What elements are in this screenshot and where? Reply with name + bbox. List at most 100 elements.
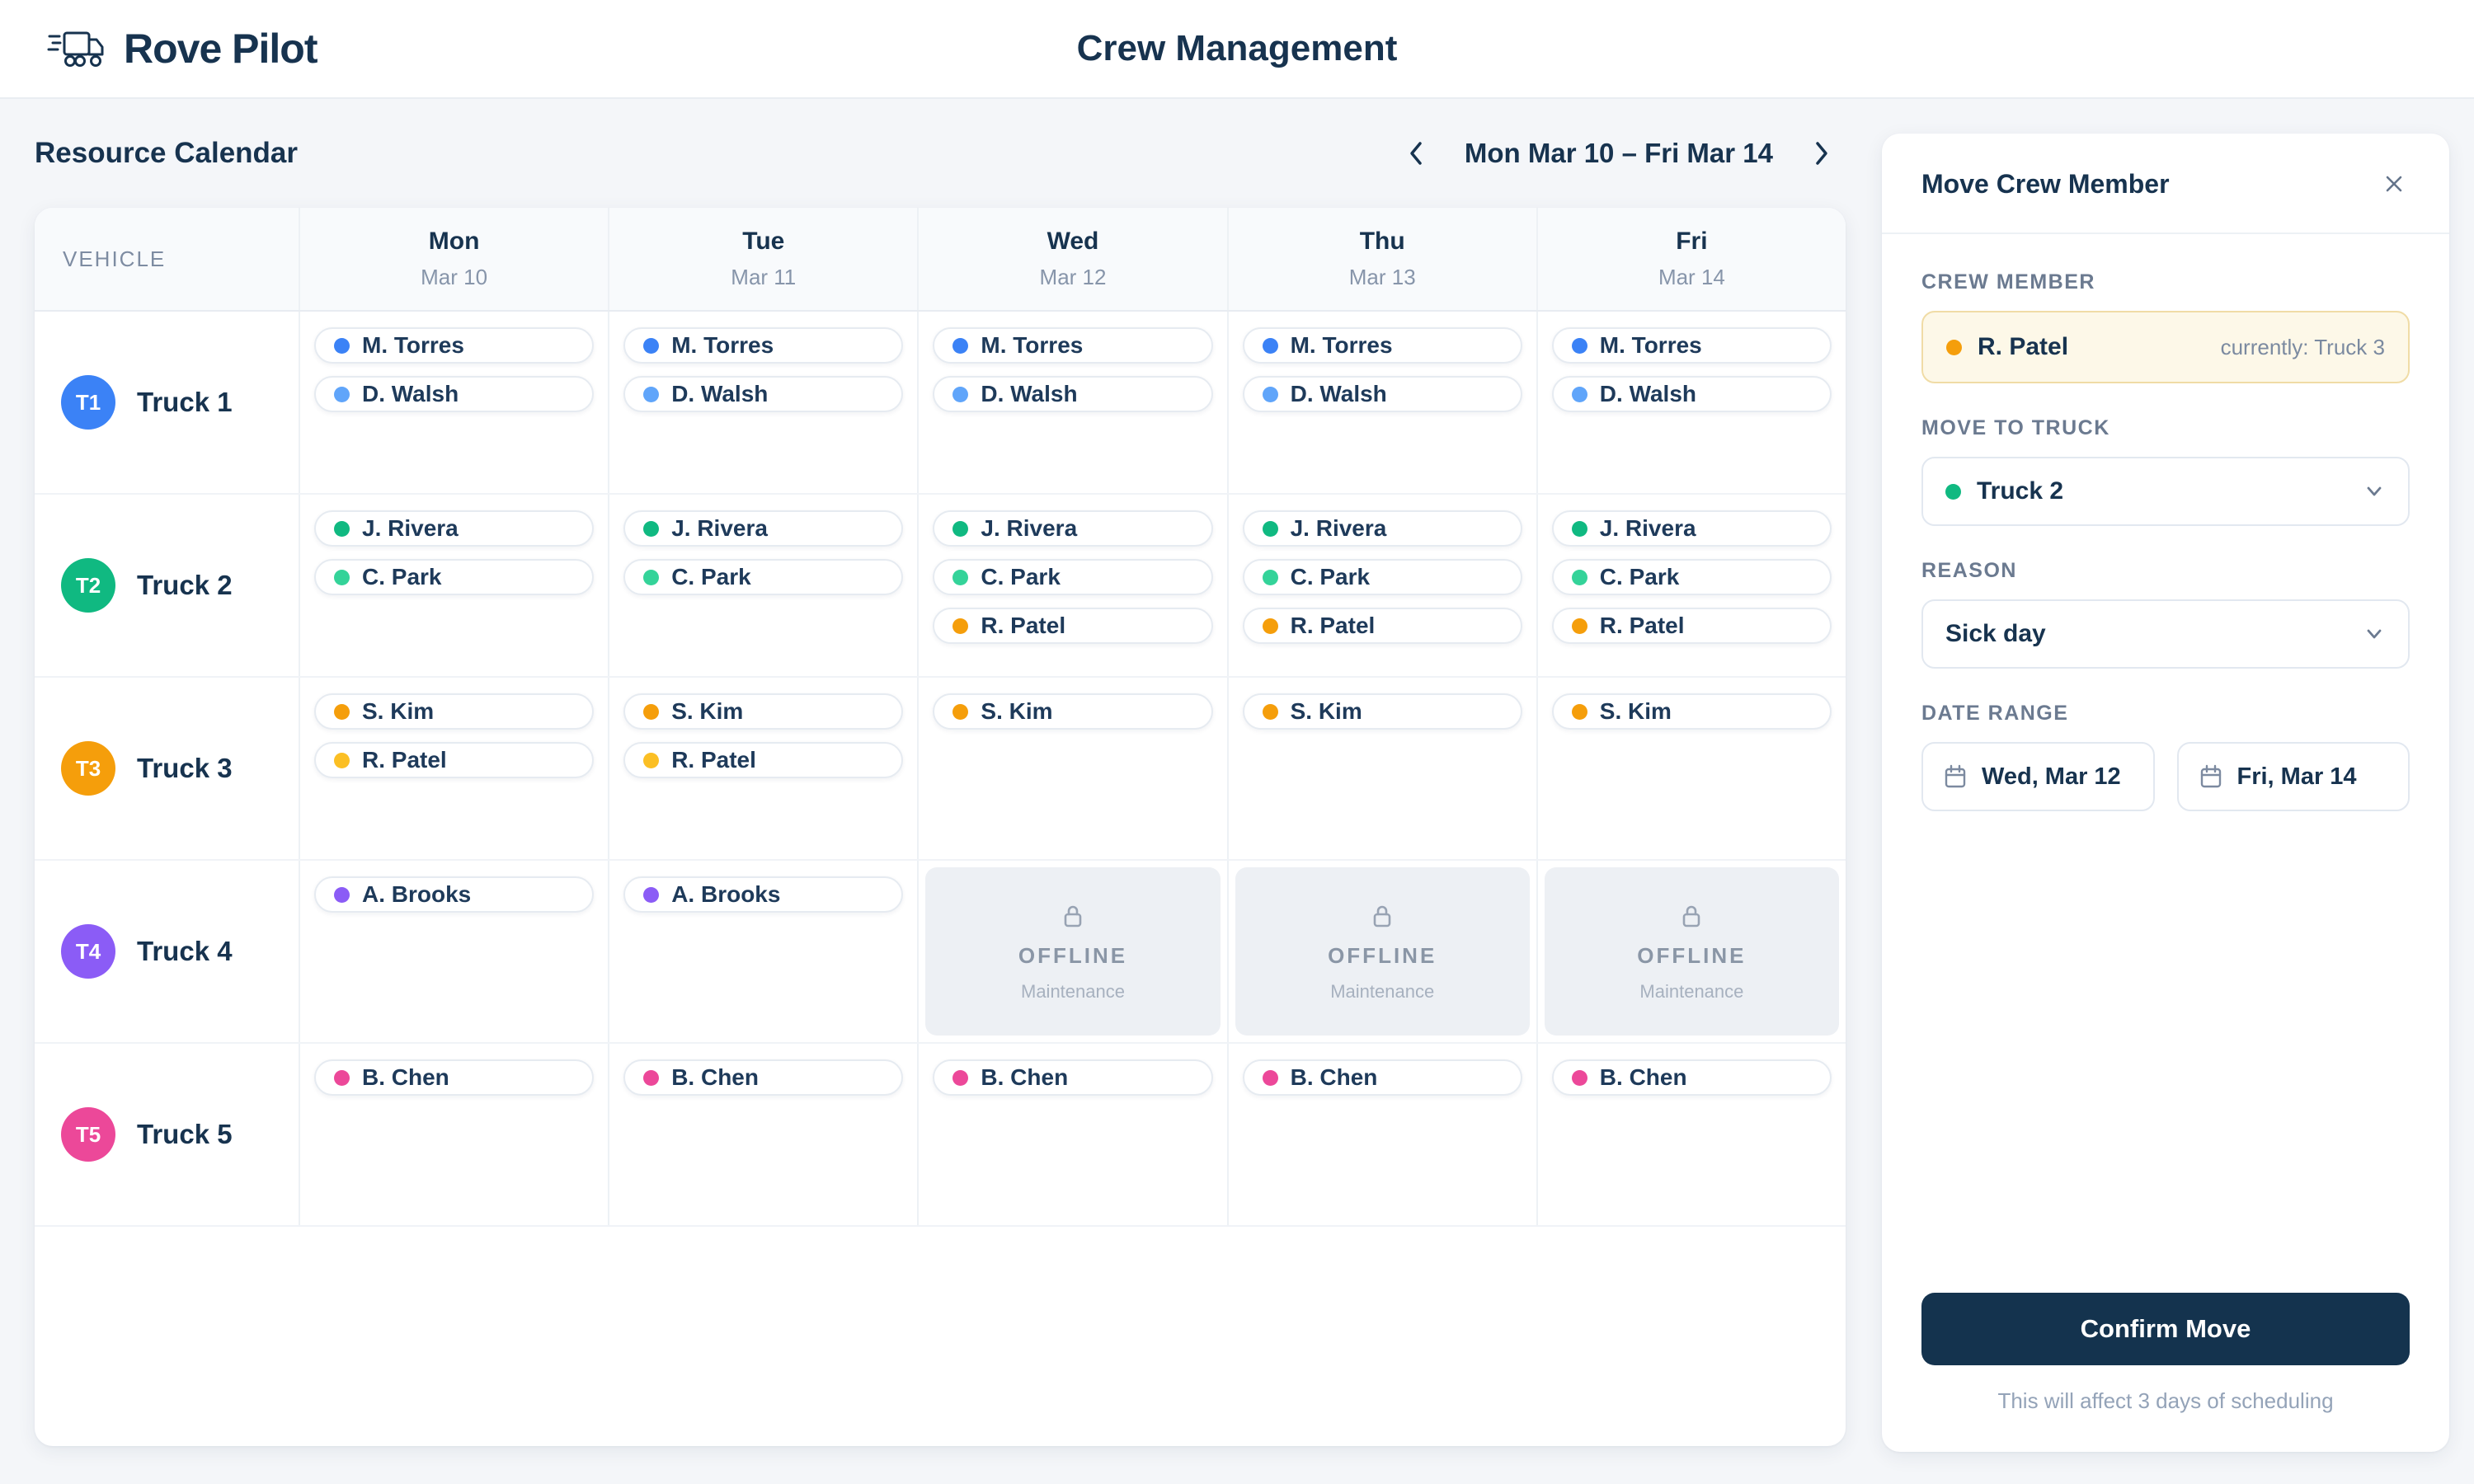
crew-chip[interactable]: R. Patel bbox=[933, 608, 1213, 644]
day-date-label: Mar 10 bbox=[421, 265, 488, 289]
crew-chip-label: C. Park bbox=[1290, 564, 1371, 589]
calendar-cell: OFFLINE Maintenance bbox=[1226, 861, 1536, 1042]
crew-dot bbox=[1262, 618, 1278, 634]
calendar-cell: B. Chen bbox=[917, 1044, 1226, 1225]
next-week-button[interactable] bbox=[1806, 134, 1837, 173]
top-bar: Rove Pilot Crew Management bbox=[0, 0, 2474, 99]
crew-chip[interactable]: D. Walsh bbox=[933, 376, 1213, 412]
crew-chip[interactable]: A. Brooks bbox=[623, 876, 904, 913]
crew-chip[interactable]: S. Kim bbox=[314, 693, 595, 730]
crew-chip[interactable]: J. Rivera bbox=[623, 510, 904, 547]
crew-color-dot bbox=[1946, 339, 1962, 355]
crew-dot bbox=[1571, 337, 1587, 354]
crew-chip[interactable]: C. Park bbox=[623, 559, 904, 595]
page-title: Crew Management bbox=[1076, 28, 1398, 68]
reason-value: Sick day bbox=[1945, 620, 2046, 647]
crew-dot bbox=[1571, 618, 1587, 634]
end-date-button[interactable]: Fri, Mar 14 bbox=[2176, 742, 2410, 811]
crew-chip[interactable]: D. Walsh bbox=[1551, 376, 1832, 412]
crew-dot bbox=[952, 569, 969, 585]
calendar-cell: S. Kim R. Patel bbox=[299, 678, 608, 859]
close-panel-button[interactable] bbox=[2378, 168, 2410, 200]
truck-row: T5 Truck 5 B. Chen B. Chen B. Chen B. Chen B. … bbox=[35, 1044, 1846, 1227]
panel-spacer bbox=[1921, 811, 2410, 1293]
crew-chip[interactable]: J. Rivera bbox=[933, 510, 1213, 547]
move-to-truck-select[interactable]: Truck 2 bbox=[1921, 457, 2410, 526]
offline-label: OFFLINE bbox=[1637, 942, 1747, 968]
day-column-header: Tue Mar 11 bbox=[608, 208, 917, 310]
day-column-header: Wed Mar 12 bbox=[917, 208, 1226, 310]
chevron-right-icon bbox=[1811, 139, 1832, 168]
crew-chip[interactable]: S. Kim bbox=[933, 693, 1213, 730]
crew-chip[interactable]: B. Chen bbox=[1242, 1059, 1522, 1096]
crew-chip-label: D. Walsh bbox=[1599, 381, 1696, 406]
confirm-move-button[interactable]: Confirm Move bbox=[1921, 1293, 2410, 1365]
crew-chip[interactable]: C. Park bbox=[314, 559, 595, 595]
crew-dot bbox=[334, 520, 350, 537]
crew-dot bbox=[334, 703, 350, 720]
crew-chip-label: D. Walsh bbox=[1290, 381, 1387, 406]
crew-chip[interactable]: M. Torres bbox=[314, 327, 595, 364]
crew-chip[interactable]: M. Torres bbox=[1551, 327, 1832, 364]
crew-dot bbox=[643, 337, 660, 354]
crew-chip[interactable]: C. Park bbox=[1242, 559, 1522, 595]
crew-dot bbox=[952, 1069, 969, 1086]
crew-current-truck: currently: Truck 3 bbox=[2220, 334, 2385, 359]
date-range-label: DATE RANGE bbox=[1921, 702, 2069, 725]
lock-icon bbox=[1058, 901, 1088, 931]
crew-chip[interactable]: J. Rivera bbox=[1551, 510, 1832, 547]
crew-chip-label: S. Kim bbox=[1290, 698, 1362, 724]
reason-select[interactable]: Sick day bbox=[1921, 599, 2410, 669]
crew-chip[interactable]: M. Torres bbox=[933, 327, 1213, 364]
calendar-cell: M. Torres D. Walsh bbox=[1536, 312, 1846, 493]
crew-chip-label: M. Torres bbox=[362, 332, 464, 358]
calendar-cell: A. Brooks bbox=[299, 861, 608, 1042]
crew-chip[interactable]: M. Torres bbox=[1242, 327, 1522, 364]
chevron-left-icon bbox=[1405, 139, 1427, 168]
close-icon bbox=[2382, 171, 2406, 196]
crew-chip[interactable]: S. Kim bbox=[1242, 693, 1522, 730]
truck-name: Truck 2 bbox=[137, 570, 233, 600]
crew-chip[interactable]: B. Chen bbox=[623, 1059, 904, 1096]
move-to-truck-label: MOVE TO TRUCK bbox=[1921, 416, 2110, 439]
offline-sublabel: Maintenance bbox=[1330, 980, 1435, 1002]
calendar-header-row: VEHICLE Mon Mar 10 Tue Mar 11 Wed Mar 12 Thu Ma… bbox=[35, 208, 1846, 312]
crew-dot bbox=[1571, 386, 1587, 402]
chevron-down-icon bbox=[2363, 622, 2386, 646]
truck-badge: T2 bbox=[61, 558, 115, 613]
offline-label: OFFLINE bbox=[1018, 942, 1128, 968]
crew-dot bbox=[643, 569, 660, 585]
crew-dot bbox=[643, 520, 660, 537]
crew-chip[interactable]: B. Chen bbox=[933, 1059, 1213, 1096]
crew-chip[interactable]: S. Kim bbox=[1551, 693, 1832, 730]
selected-crew-member-card[interactable]: R. Patel currently: Truck 3 bbox=[1921, 311, 2410, 383]
crew-chip[interactable]: M. Torres bbox=[623, 327, 904, 364]
offline-sublabel: Maintenance bbox=[1639, 980, 1744, 1002]
calendar-cell: M. Torres D. Walsh bbox=[1226, 312, 1536, 493]
previous-week-button[interactable] bbox=[1400, 134, 1432, 173]
truck-badge: T4 bbox=[61, 924, 115, 979]
crew-chip[interactable]: D. Walsh bbox=[623, 376, 904, 412]
crew-chip[interactable]: B. Chen bbox=[314, 1059, 595, 1096]
crew-chip[interactable]: R. Patel bbox=[314, 742, 595, 778]
crew-chip[interactable]: D. Walsh bbox=[314, 376, 595, 412]
crew-chip[interactable]: A. Brooks bbox=[314, 876, 595, 913]
crew-chip[interactable]: S. Kim bbox=[623, 693, 904, 730]
day-name-label: Mon bbox=[428, 228, 480, 255]
truck-name: Truck 5 bbox=[137, 1119, 233, 1149]
crew-chip[interactable]: R. Patel bbox=[623, 742, 904, 778]
crew-chip[interactable]: R. Patel bbox=[1551, 608, 1832, 644]
day-date-label: Mar 12 bbox=[1039, 265, 1107, 289]
day-date-label: Mar 14 bbox=[1658, 265, 1725, 289]
vehicle-cell: T1 Truck 1 bbox=[35, 312, 299, 493]
calendar-cell: S. Kim R. Patel bbox=[608, 678, 917, 859]
crew-chip[interactable]: B. Chen bbox=[1551, 1059, 1832, 1096]
panel-header: Move Crew Member bbox=[1882, 134, 2449, 234]
crew-chip[interactable]: R. Patel bbox=[1242, 608, 1522, 644]
start-date-button[interactable]: Wed, Mar 12 bbox=[1921, 742, 2155, 811]
crew-chip[interactable]: J. Rivera bbox=[314, 510, 595, 547]
crew-chip[interactable]: C. Park bbox=[933, 559, 1213, 595]
crew-chip[interactable]: J. Rivera bbox=[1242, 510, 1522, 547]
crew-chip[interactable]: D. Walsh bbox=[1242, 376, 1522, 412]
crew-chip[interactable]: C. Park bbox=[1551, 559, 1832, 595]
